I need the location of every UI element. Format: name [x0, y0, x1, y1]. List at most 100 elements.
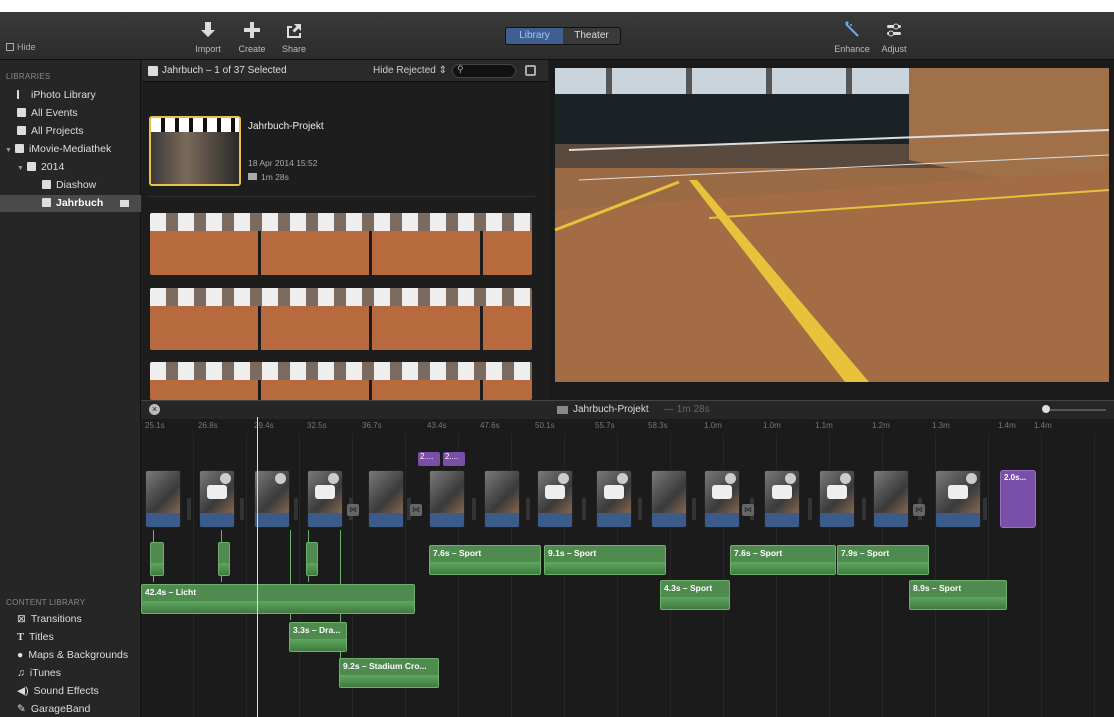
sidebar-item-sound-effects[interactable]: ◀) Sound Effects — [0, 683, 141, 700]
viewer-frame — [554, 68, 1110, 382]
filmstrip-ceiling — [150, 213, 532, 231]
titles-icon: T — [17, 632, 25, 643]
calendar-icon — [26, 162, 36, 171]
view-switch: Library Theater — [505, 27, 621, 45]
ruler-tick: 58.3s — [648, 421, 668, 430]
sidebar-item-jahrbuch[interactable]: Jahrbuch — [0, 195, 141, 212]
hide-rejected-select[interactable]: Hide Rejected ⇕ — [373, 65, 447, 76]
sidebar-item-label: Maps & Backgrounds — [28, 649, 129, 661]
sidebar-item-maps-backgrounds[interactable]: ● Maps & Backgrounds — [0, 647, 141, 664]
browser-title: Jahrbuch – 1 of 37 Selected — [162, 65, 287, 76]
sidebar-item-iphoto-library[interactable]: iPhoto Library — [0, 87, 141, 104]
transitions-icon: ⊠ — [17, 613, 26, 625]
plus-icon — [244, 22, 260, 38]
sidebar-item-label: iPhoto Library — [31, 89, 96, 101]
hide-label: Hide — [17, 42, 36, 52]
adjust-button[interactable]: Adjust — [872, 20, 916, 54]
imovie-window: Hide Import Create Share Library Theater… — [0, 12, 1114, 717]
ruler[interactable]: 25.1s 26.8s 29.4s 32.5s 36.7s 43.4s 47.6s 50.1s… — [141, 419, 1114, 433]
filmstrip[interactable] — [150, 288, 532, 350]
toolbar: Hide Import Create Share Library Theater… — [0, 12, 1114, 60]
sidebar: LIBRARIES iPhoto Library All Events All … — [0, 60, 141, 717]
sidebar-item-label: GarageBand — [30, 703, 91, 715]
filmstrip-settings-icon[interactable] — [525, 65, 536, 76]
ruler-tick: 29.4s — [254, 421, 274, 430]
sidebar-item-transitions[interactable]: ⊠ Transitions — [0, 611, 141, 628]
sidebar-item-garageband[interactable]: ✎ GarageBand — [0, 701, 141, 717]
adjust-label: Adjust — [881, 44, 907, 54]
ruler-tick: 32.5s — [307, 421, 327, 430]
sidebar-item-label: 2014 — [40, 161, 65, 173]
globe-icon: ● — [17, 649, 24, 661]
project-name: Jahrbuch-Projekt — [248, 121, 324, 132]
filmstrip-ceiling — [150, 288, 532, 306]
ruler-tick: 50.1s — [535, 421, 555, 430]
sidebar-item-all-projects[interactable]: All Projects — [0, 123, 141, 140]
guitar-icon: ✎ — [17, 703, 26, 715]
clapper-stripe — [151, 118, 239, 132]
eject-icon[interactable] — [120, 200, 129, 207]
sidebar-item-all-events[interactable]: All Events — [0, 105, 141, 122]
search-input[interactable]: ⚲ — [452, 64, 516, 78]
enhance-button[interactable]: Enhance — [830, 20, 874, 54]
sidebar-item-imovie-mediathek[interactable]: ▼ iMovie-Mediathek — [0, 141, 141, 158]
sidebar-item-2014[interactable]: ▼ 2014 — [0, 159, 141, 176]
thumbnail-image — [151, 132, 239, 184]
browser-header: Jahrbuch – 1 of 37 Selected Hide Rejecte… — [142, 60, 548, 82]
ruler-tick: 43.4s — [427, 421, 447, 430]
hide-button[interactable]: Hide — [6, 42, 36, 52]
event-icon — [17, 108, 26, 117]
hide-icon — [6, 43, 14, 51]
filmstrip[interactable] — [150, 362, 532, 400]
film-icon — [248, 173, 257, 180]
library-grid-icon — [14, 144, 24, 153]
viewer[interactable] — [549, 60, 1114, 400]
create-button[interactable]: Create — [230, 20, 274, 54]
timeline-duration-value: 1m 28s — [676, 404, 710, 415]
sidebar-item-label: Diashow — [56, 179, 97, 191]
share-icon — [287, 24, 301, 38]
project-duration: 1m 28s — [248, 172, 289, 182]
project-thumbnail[interactable] — [149, 116, 241, 186]
share-button[interactable]: Share — [272, 20, 316, 54]
ruler-tick: 55.7s — [595, 421, 615, 430]
zoom-slider-thumb[interactable] — [1042, 405, 1050, 413]
search-icon: ⚲ — [457, 64, 464, 74]
sidebar-item-label: All Projects — [31, 125, 84, 137]
sidebar-item-label: Titles — [29, 631, 54, 643]
ruler-tick: 1.4m — [998, 421, 1016, 430]
tab-theater[interactable]: Theater — [563, 28, 620, 44]
filmstrip-ceiling — [150, 362, 532, 380]
zoom-slider[interactable] — [1042, 405, 1106, 413]
sidebar-item-itunes[interactable]: ♫ iTunes — [0, 665, 141, 682]
sidebar-item-diashow[interactable]: Diashow — [0, 177, 141, 194]
disclosure-triangle-icon: ▼ — [17, 165, 24, 172]
updown-chevron-icon: ⇕ — [438, 65, 447, 76]
speaker-icon: ◀) — [17, 685, 29, 697]
timeline-grid — [141, 433, 1114, 717]
share-label: Share — [281, 44, 307, 54]
sidebar-item-label: Sound Effects — [33, 685, 99, 697]
import-button[interactable]: Import — [186, 20, 230, 54]
import-label: Import — [195, 44, 221, 54]
ruler-tick: 36.7s — [362, 421, 382, 430]
content-library-header: CONTENT LIBRARY — [6, 598, 86, 607]
close-icon[interactable]: × — [149, 404, 160, 415]
filmstrip[interactable] — [150, 213, 532, 275]
film-icon — [557, 406, 568, 414]
magic-wand-icon — [845, 21, 859, 37]
ruler-tick: 1.2m — [872, 421, 890, 430]
sidebar-item-titles[interactable]: T Titles — [0, 629, 141, 646]
projects-icon — [17, 126, 26, 135]
ruler-tick: 1.0m — [704, 421, 722, 430]
divider — [149, 196, 535, 197]
tab-library[interactable]: Library — [506, 28, 563, 44]
event-icon — [42, 180, 51, 189]
ruler-tick: 1.1m — [815, 421, 833, 430]
ruler-tick: 47.6s — [480, 421, 500, 430]
libraries-header: LIBRARIES — [6, 72, 51, 81]
timeline-header: × Jahrbuch-Projekt — 1m 28s — [141, 401, 1114, 419]
project-date: 18 Apr 2014 15:52 — [248, 158, 318, 168]
timeline: × Jahrbuch-Projekt — 1m 28s 25.1s 26.8s 29… — [141, 400, 1114, 717]
sidebar-item-label: iMovie-Mediathek — [28, 143, 112, 155]
